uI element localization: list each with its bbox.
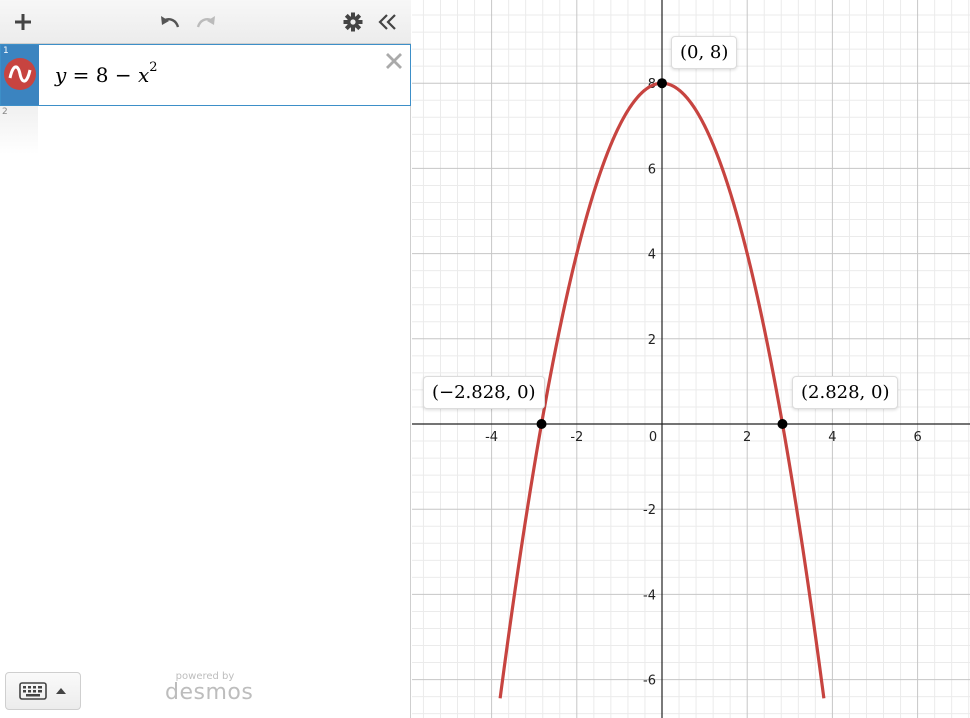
expression-tab: 1 [1, 45, 39, 105]
expression-exponent: 2 [149, 60, 158, 76]
expression-toolbar [0, 0, 411, 44]
redo-icon [196, 16, 215, 28]
x-tick-label: 6 [913, 430, 921, 445]
point-label-right-root[interactable]: (2.828, 0) [792, 376, 899, 409]
graph-color-icon[interactable] [4, 58, 36, 90]
desmos-logo-text: desmos [165, 680, 254, 705]
wave-icon [8, 65, 32, 83]
y-tick-label: 6 [648, 162, 656, 177]
expression-tab: 2 [0, 106, 38, 154]
plus-icon [15, 14, 31, 30]
keyboard-toggle-button[interactable] [5, 672, 81, 710]
y-tick-label: 4 [648, 248, 656, 263]
minus-sign: − [108, 63, 139, 87]
point-label-vertex[interactable]: (0, 8) [671, 36, 738, 69]
double-chevron-left-icon [378, 14, 396, 30]
expression-constant: 8 [95, 63, 109, 87]
settings-button[interactable] [337, 6, 369, 38]
expression-index: 2 [2, 107, 8, 117]
point-marker[interactable] [777, 419, 788, 429]
expression-math[interactable]: y = 8 − x2 [55, 60, 158, 87]
minor-gridlines [412, 0, 970, 718]
delete-expression-button[interactable] [384, 51, 404, 71]
x-tick-label: -4 [485, 430, 498, 445]
expression-row[interactable]: 1 y = 8 − x2 [0, 44, 411, 106]
undo-icon [161, 16, 180, 28]
caret-up-icon [56, 688, 66, 694]
x-tick-label: 2 [743, 430, 751, 445]
y-tick-label: -2 [643, 503, 656, 518]
gear-icon [343, 12, 363, 32]
expression-row-empty[interactable]: 2 [0, 106, 411, 154]
collapse-sidebar-button[interactable] [372, 6, 404, 38]
axes [412, 0, 970, 718]
x-tick-label: -2 [570, 430, 583, 445]
expression-list: 1 y = 8 − x2 2 [0, 44, 411, 154]
close-icon [386, 53, 402, 69]
powered-by-logo[interactable]: powered by desmos [165, 672, 254, 705]
x-tick-label: 0 [649, 430, 657, 445]
x-tick-label: 4 [828, 430, 836, 445]
major-gridlines [412, 0, 970, 718]
graph-canvas[interactable]: -4 -2 0 2 4 68642-2-4-6 [412, 0, 970, 718]
point-label-left-root[interactable]: (−2.828, 0) [423, 376, 545, 409]
add-expression-button[interactable] [7, 6, 39, 38]
expression-index: 1 [3, 46, 9, 56]
y-tick-label: -4 [643, 588, 656, 603]
expression-variable: x [138, 63, 150, 87]
redo-button[interactable] [190, 6, 222, 38]
point-marker[interactable] [657, 78, 667, 89]
point-marker[interactable] [536, 419, 547, 429]
expression-lhs: y [55, 63, 67, 87]
y-tick-label: 2 [648, 333, 656, 348]
expression-sidebar: 1 y = 8 − x2 2 powered by desmos [0, 0, 411, 718]
undo-button[interactable] [154, 6, 186, 38]
keyboard-icon [19, 682, 47, 700]
equals-sign: = [66, 63, 96, 87]
y-tick-label: -6 [643, 674, 656, 689]
